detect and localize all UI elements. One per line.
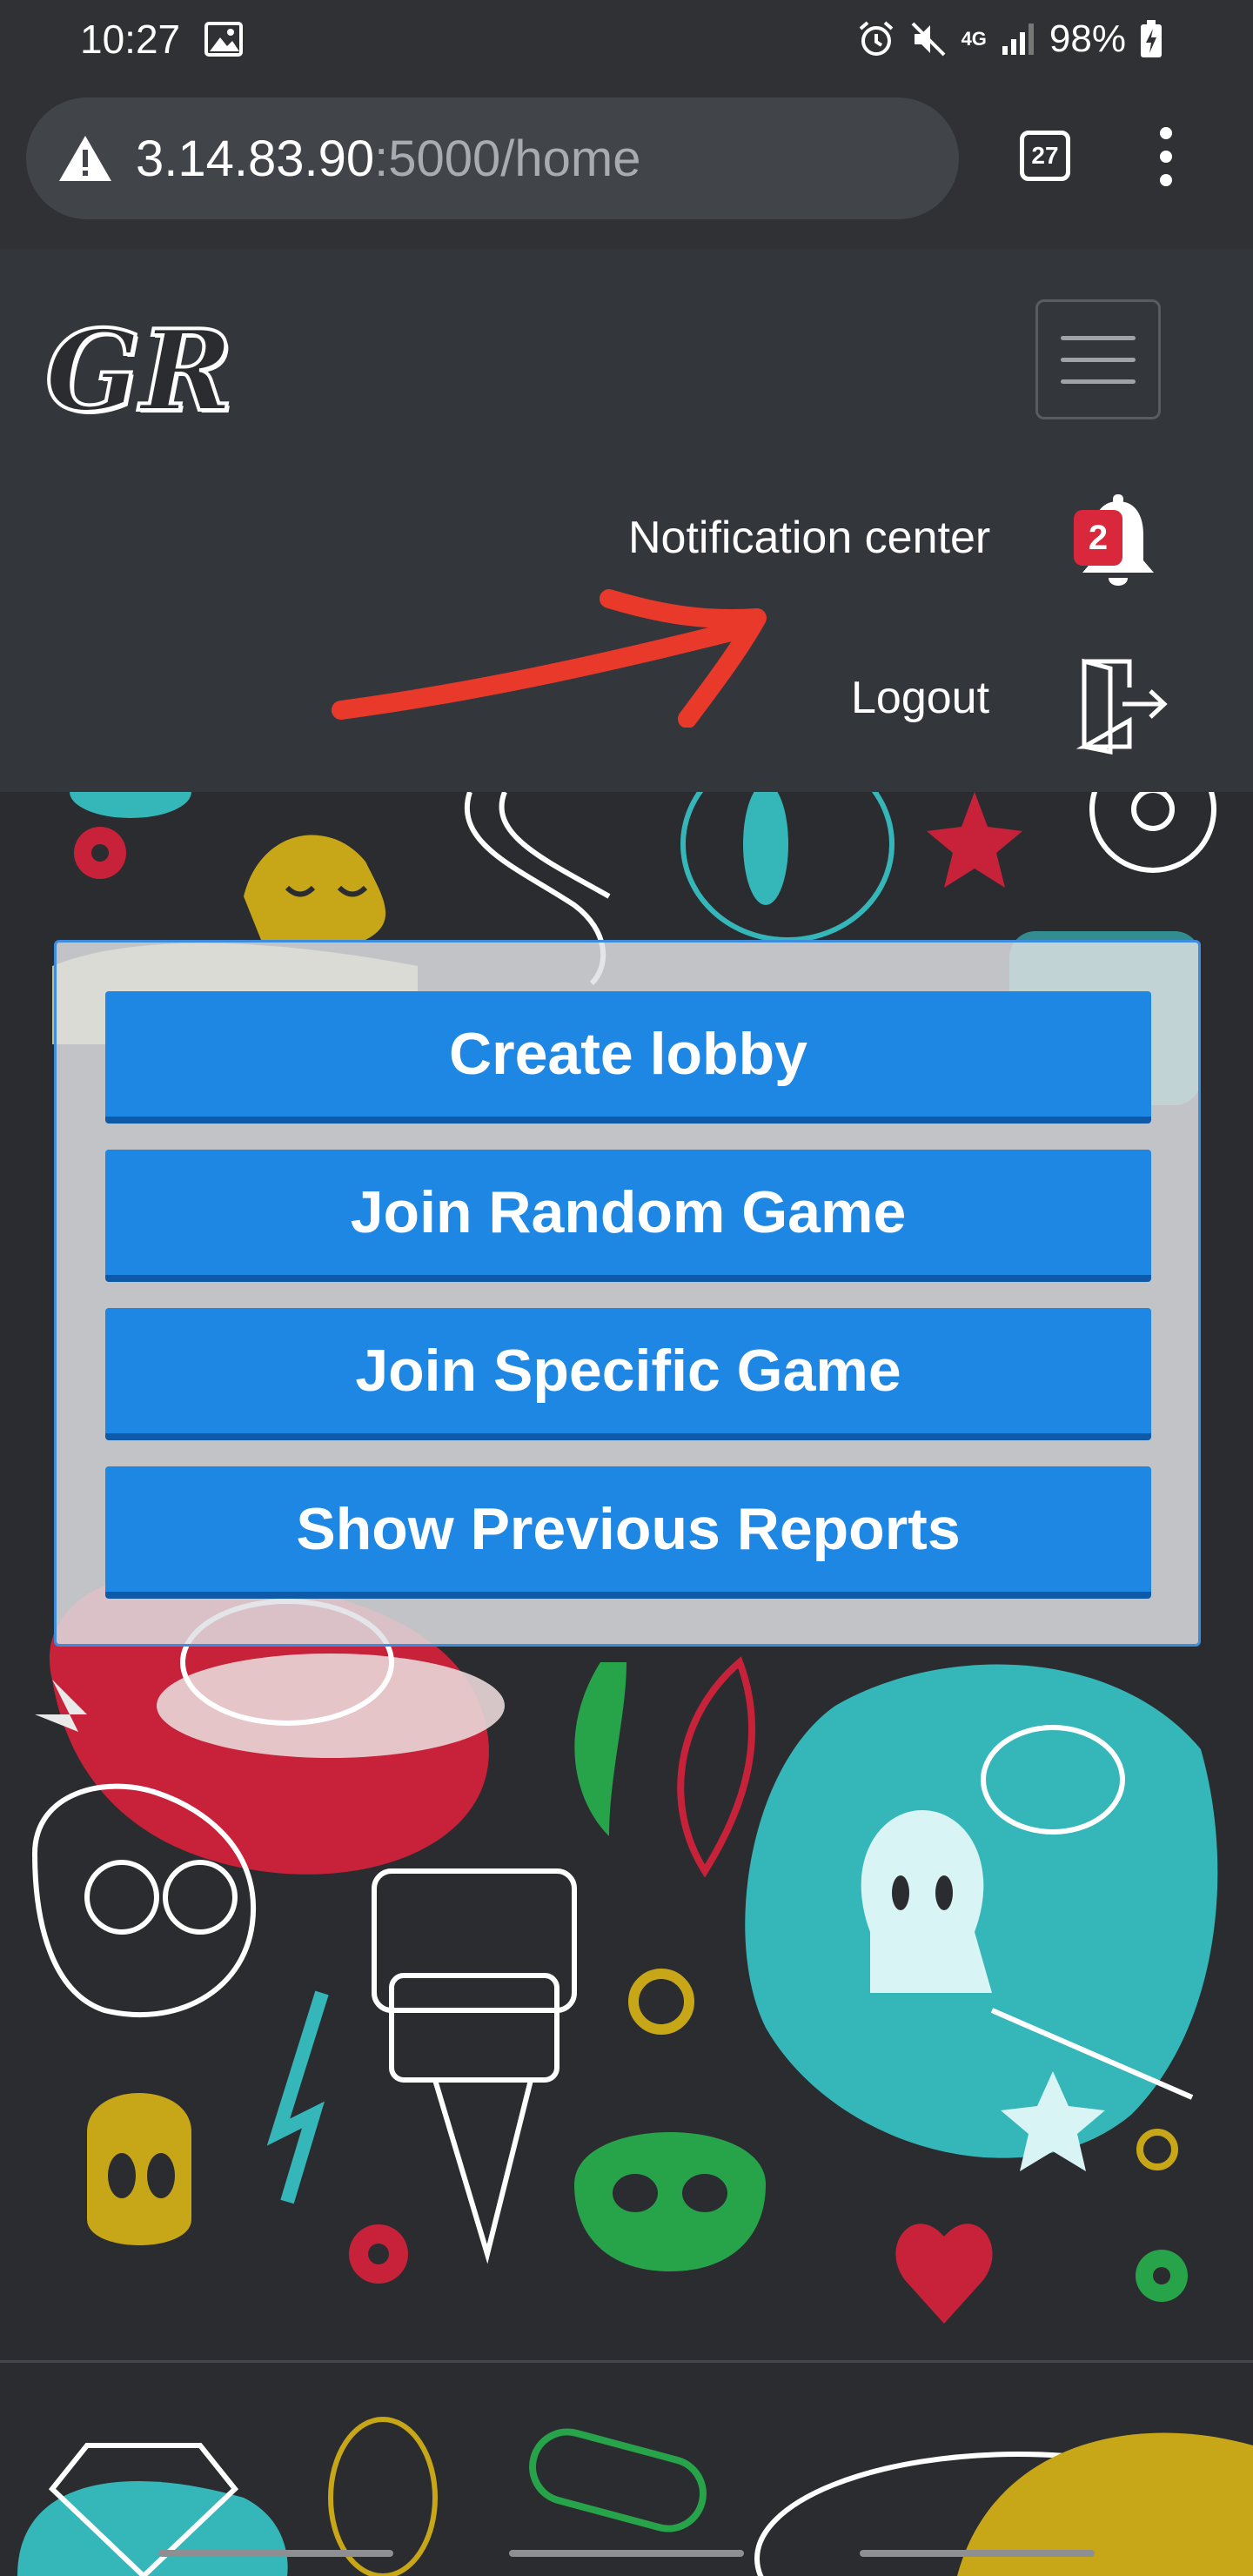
- site-navbar: GR Notification center 2 Logout: [0, 249, 1253, 792]
- status-left: 10:27: [80, 16, 244, 63]
- url-host: 3.14.83.90: [136, 130, 375, 187]
- hamburger-line: [1061, 335, 1136, 340]
- notification-center-link[interactable]: Notification center: [628, 512, 990, 564]
- logout-icon[interactable]: [1075, 653, 1171, 755]
- url-text[interactable]: 3.14.83.90:5000/home: [136, 130, 640, 188]
- status-bar: 10:27 4G 98%: [0, 0, 1253, 78]
- tab-switcher-button[interactable]: 27: [1020, 131, 1070, 181]
- show-previous-reports-button[interactable]: Show Previous Reports: [105, 1466, 1151, 1599]
- mute-icon: [911, 22, 945, 57]
- more-vertical-icon[interactable]: [1149, 122, 1183, 191]
- warning-icon[interactable]: [57, 134, 113, 183]
- network-type: 4G: [961, 28, 987, 50]
- logout-link[interactable]: Logout: [851, 672, 989, 724]
- main-menu-card: Create lobby Join Random Game Join Speci…: [54, 940, 1201, 1647]
- hamburger-line: [1061, 379, 1136, 384]
- nav-back-bar[interactable]: [158, 2550, 393, 2557]
- battery-charging-icon: [1141, 20, 1162, 57]
- nav-home-bar[interactable]: [509, 2550, 744, 2557]
- url-path: :5000/home: [374, 130, 641, 187]
- join-random-game-button[interactable]: Join Random Game: [105, 1150, 1151, 1282]
- hamburger-line: [1061, 357, 1136, 362]
- site-logo[interactable]: GR: [44, 305, 235, 439]
- status-right: 4G 98%: [857, 17, 1163, 61]
- address-bar[interactable]: 3.14.83.90:5000/home: [26, 97, 959, 219]
- kebab-dot: [1160, 127, 1172, 140]
- bottom-divider: [0, 2360, 1253, 2363]
- join-specific-game-button[interactable]: Join Specific Game: [105, 1308, 1151, 1440]
- nav-recents-bar[interactable]: [860, 2550, 1095, 2557]
- signal-icon: [1002, 23, 1034, 55]
- image-icon: [204, 22, 244, 57]
- kebab-dot: [1160, 173, 1172, 186]
- status-time: 10:27: [80, 17, 181, 62]
- annotation-arrow: [332, 589, 767, 728]
- create-lobby-button[interactable]: Create lobby: [105, 991, 1151, 1124]
- kebab-dot: [1160, 150, 1172, 163]
- alarm-icon: [859, 21, 893, 56]
- hamburger-icon[interactable]: [1035, 299, 1161, 419]
- notification-count-badge: 2: [1074, 510, 1122, 566]
- browser-toolbar: 3.14.83.90:5000/home 27: [0, 78, 1253, 249]
- battery-level: 98%: [1049, 17, 1126, 60]
